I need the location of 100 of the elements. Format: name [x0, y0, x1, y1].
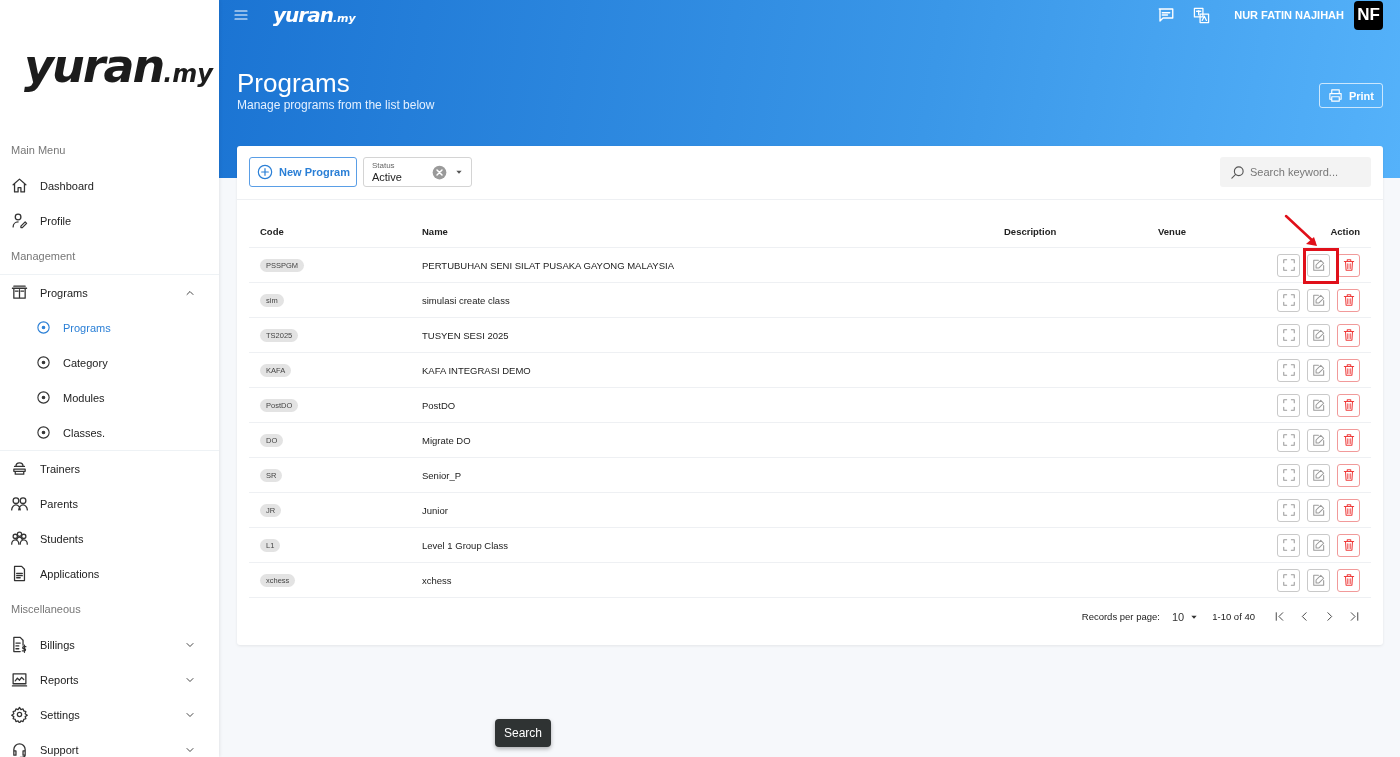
trash-icon	[1341, 573, 1356, 587]
edit-button[interactable]	[1307, 323, 1330, 347]
view-button[interactable]	[1277, 358, 1300, 382]
edit-button[interactable]	[1307, 533, 1330, 557]
expand-icon	[1281, 433, 1296, 447]
trash-icon	[1341, 328, 1356, 342]
clear-icon[interactable]	[431, 164, 447, 180]
expand-icon	[1281, 293, 1296, 307]
expand-icon	[1281, 573, 1296, 587]
logo: yuran.my	[24, 39, 213, 93]
view-button[interactable]	[1277, 428, 1300, 452]
settings-icon	[11, 706, 28, 723]
table-cell: Migrate DO	[411, 422, 993, 458]
menu-button[interactable]	[233, 7, 249, 23]
table-cell: Senior_P	[411, 457, 993, 493]
column-header: Description	[1004, 226, 1057, 237]
table-cell: PERTUBUHAN SENI SILAT PUSAKA GAYONG MALAYSIA	[411, 247, 993, 283]
view-button[interactable]	[1277, 568, 1300, 592]
edit-button[interactable]	[1307, 393, 1330, 417]
last-page-button[interactable]	[1348, 610, 1361, 623]
sidebar-item[interactable]: Parents	[0, 486, 219, 521]
edit-button[interactable]	[1307, 463, 1330, 487]
radio-dot-icon	[36, 320, 51, 335]
search-field[interactable]: Search keyword...	[1220, 157, 1371, 187]
edit-button[interactable]	[1307, 358, 1330, 382]
edit-icon	[1311, 258, 1326, 272]
column-header: Code	[260, 226, 284, 237]
sidebar-item[interactable]: Programs	[0, 275, 219, 310]
people-icon	[11, 495, 28, 512]
view-button[interactable]	[1277, 323, 1300, 347]
view-button[interactable]	[1277, 288, 1300, 312]
edit-button[interactable]	[1307, 498, 1330, 522]
edit-button[interactable]	[1307, 568, 1330, 592]
delete-button[interactable]	[1337, 253, 1360, 277]
view-button[interactable]	[1277, 498, 1300, 522]
sidebar-subitem[interactable]: Modules	[0, 380, 219, 415]
search-button[interactable]: Search	[495, 719, 552, 747]
column-header: Action	[1330, 226, 1360, 237]
delete-button[interactable]	[1337, 533, 1360, 557]
menu-section-title: Main Menu	[10, 143, 67, 158]
edit-icon	[1311, 328, 1326, 342]
user-avatar[interactable]: NF	[1354, 0, 1383, 30]
sidebar-item[interactable]: Settings	[0, 697, 219, 732]
printer-icon	[1327, 88, 1343, 103]
column-header: Venue	[1158, 226, 1186, 237]
messages-button[interactable]	[1157, 6, 1176, 24]
sidebar-item[interactable]: Profile	[0, 203, 219, 238]
trash-icon	[1341, 293, 1356, 307]
radio-dot-icon	[36, 390, 51, 405]
delete-button[interactable]	[1337, 288, 1360, 312]
view-button[interactable]	[1277, 533, 1300, 557]
delete-button[interactable]	[1337, 463, 1360, 487]
delete-button[interactable]	[1337, 568, 1360, 592]
invoice-icon	[11, 636, 28, 653]
translate-button[interactable]	[1193, 6, 1211, 24]
first-page-button[interactable]	[1273, 610, 1286, 623]
book-icon	[11, 284, 28, 301]
delete-button[interactable]	[1337, 428, 1360, 452]
records-per-page-label: Records per page:	[1081, 611, 1160, 622]
delete-button[interactable]	[1337, 358, 1360, 382]
sidebar-item[interactable]: Trainers	[0, 451, 219, 486]
view-button[interactable]	[1277, 393, 1300, 417]
sidebar-item[interactable]: Applications	[0, 556, 219, 591]
radio-dot-icon	[36, 355, 51, 370]
new-program-button[interactable]: New Program	[249, 157, 357, 187]
sidebar-item[interactable]: Students	[0, 521, 219, 556]
delete-button[interactable]	[1337, 393, 1360, 417]
annotation-arrow	[1284, 213, 1320, 248]
edit-icon	[1311, 433, 1326, 447]
sidebar-item[interactable]: Billings	[0, 627, 219, 662]
expand-icon	[1281, 258, 1296, 272]
per-page-select[interactable]: 10	[1171, 610, 1199, 623]
table-cell: simulasi create class	[411, 282, 993, 318]
delete-button[interactable]	[1337, 323, 1360, 347]
delete-button[interactable]	[1337, 498, 1360, 522]
sidebar-subitem[interactable]: Classes.	[0, 415, 219, 450]
sidebar-item[interactable]: Reports	[0, 662, 219, 697]
edit-icon	[1311, 293, 1326, 307]
edit-button[interactable]	[1307, 253, 1330, 277]
expand-icon	[1281, 363, 1296, 377]
trash-icon	[1341, 258, 1356, 272]
header-logo: yuran.my	[273, 3, 356, 27]
sidebar-subitem[interactable]: Category	[0, 345, 219, 380]
sidebar-item[interactable]: Support	[0, 732, 219, 757]
radio-dot-icon	[36, 425, 51, 440]
edit-icon	[1311, 538, 1326, 552]
sidebar-item[interactable]: Dashboard	[0, 168, 219, 203]
column-header: Name	[422, 226, 448, 237]
sidebar-subitem[interactable]: Programs	[0, 310, 219, 345]
edit-button[interactable]	[1307, 288, 1330, 312]
view-button[interactable]	[1277, 253, 1300, 277]
status-dropdown[interactable]: Status Active	[362, 157, 472, 187]
edit-button[interactable]	[1307, 428, 1330, 452]
user-name: NUR FATIN NAJIHAH	[1234, 9, 1344, 21]
expand-icon	[1281, 398, 1296, 412]
table-cell: Level 1 Group Class	[411, 527, 993, 563]
last-page-icon	[1348, 610, 1361, 623]
user-edit-icon	[11, 212, 28, 229]
expand-icon	[1281, 538, 1296, 552]
view-button[interactable]	[1277, 463, 1300, 487]
